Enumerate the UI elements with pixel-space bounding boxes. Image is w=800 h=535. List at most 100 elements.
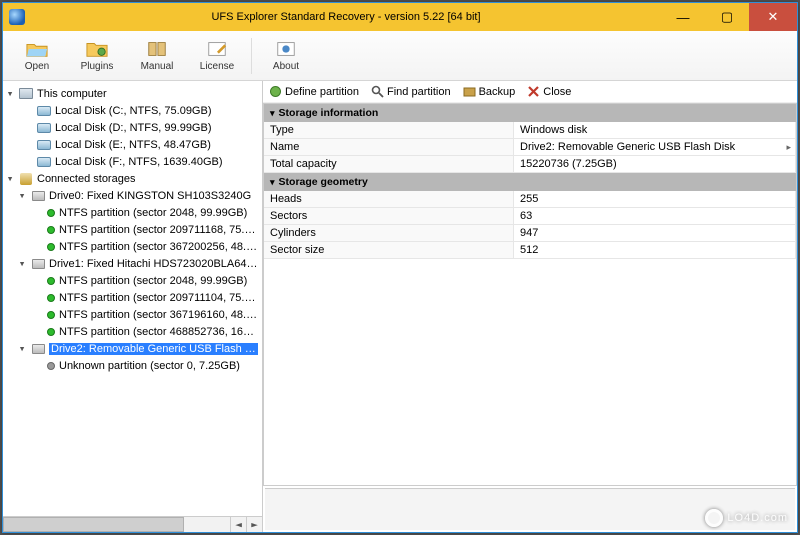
tree-node-partition[interactable]: NTFS partition (sector 2048, 99.99GB): [3, 272, 262, 289]
prop-row[interactable]: Sector size512: [264, 242, 796, 259]
prop-value: 63: [514, 208, 796, 225]
tree-node-connected-storages[interactable]: ▾Connected storages: [3, 170, 262, 187]
manual-button[interactable]: Manual: [131, 39, 183, 72]
prop-row[interactable]: Cylinders947: [264, 225, 796, 242]
prop-row[interactable]: Heads255: [264, 191, 796, 208]
tree-node-partition[interactable]: Unknown partition (sector 0, 7.25GB): [3, 357, 262, 374]
collapse-icon[interactable]: ▾: [5, 87, 15, 100]
backup-button[interactable]: Backup: [463, 85, 516, 98]
section-header-info[interactable]: Storage information: [264, 104, 796, 122]
about-icon: [274, 39, 298, 59]
disk-icon: [30, 343, 46, 355]
prop-key: Sectors: [264, 208, 514, 225]
titlebar[interactable]: UFS Explorer Standard Recovery - version…: [3, 3, 797, 31]
tree-node-local-disk[interactable]: Local Disk (C:, NTFS, 75.09GB): [3, 102, 262, 119]
status-dot-icon: [47, 209, 55, 217]
plugins-label: Plugins: [81, 61, 114, 72]
drive-icon: [36, 156, 52, 168]
scroll-right-button[interactable]: ►: [246, 517, 262, 532]
prop-key: Total capacity: [264, 156, 514, 173]
watermark-ring-icon: [705, 509, 723, 527]
prop-value: 255: [514, 191, 796, 208]
property-grid: Storage information TypeWindows disk Nam…: [263, 103, 797, 486]
status-dot-icon: [47, 311, 55, 319]
scroll-left-button[interactable]: ◄: [230, 517, 246, 532]
close-action-button[interactable]: Close: [527, 85, 571, 98]
disk-icon: [30, 190, 46, 202]
watermark: LO4D.com: [705, 509, 788, 527]
toolbar-separator: [251, 38, 252, 74]
status-dot-icon: [47, 328, 55, 336]
status-dot-icon: [47, 226, 55, 234]
prop-key: Heads: [264, 191, 514, 208]
open-button[interactable]: Open: [11, 39, 63, 72]
app-icon: [9, 9, 25, 25]
main-toolbar: Open Plugins Manual License About: [3, 31, 797, 81]
prop-row[interactable]: TypeWindows disk: [264, 122, 796, 139]
action-bar: Define partition Find partition Backup C…: [263, 81, 797, 103]
scrollbar-thumb[interactable]: [3, 517, 184, 532]
prop-row[interactable]: Total capacity15220736 (7.25GB): [264, 156, 796, 173]
about-label: About: [273, 61, 299, 72]
tree-hscrollbar[interactable]: ◄ ►: [3, 516, 262, 532]
prop-value: 947: [514, 225, 796, 242]
tree-node-partition[interactable]: NTFS partition (sector 209711168, 75.09G…: [3, 221, 262, 238]
prop-value: 512: [514, 242, 796, 259]
prop-row[interactable]: Sectors63: [264, 208, 796, 225]
status-dot-icon: [47, 294, 55, 302]
close-button[interactable]: ✕: [749, 3, 797, 31]
collapse-icon[interactable]: ▾: [17, 189, 27, 202]
storage-tree[interactable]: ▾This computer Local Disk (C:, NTFS, 75.…: [3, 81, 263, 532]
content-area: ▾This computer Local Disk (C:, NTFS, 75.…: [3, 81, 797, 532]
license-button[interactable]: License: [191, 39, 243, 72]
tree-node-partition[interactable]: NTFS partition (sector 367200256, 48.47G…: [3, 238, 262, 255]
about-button[interactable]: About: [260, 39, 312, 72]
plugins-icon: [85, 39, 109, 59]
tree-node-partition[interactable]: NTFS partition (sector 2048, 99.99GB): [3, 204, 262, 221]
tree-node-local-disk[interactable]: Local Disk (E:, NTFS, 48.47GB): [3, 136, 262, 153]
tree-node-partition[interactable]: NTFS partition (sector 209711104, 75.09G…: [3, 289, 262, 306]
detail-pane: Define partition Find partition Backup C…: [263, 81, 797, 532]
prop-key: Type: [264, 122, 514, 139]
define-partition-button[interactable]: Define partition: [269, 85, 359, 98]
maximize-button[interactable]: ▢: [705, 3, 749, 31]
tree-node-drive2[interactable]: ▾Drive2: Removable Generic USB Flash Dis…: [3, 340, 262, 357]
prop-key: Name: [264, 139, 514, 156]
manual-label: Manual: [141, 61, 174, 72]
collapse-icon[interactable]: ▾: [5, 172, 15, 185]
status-dot-icon: [47, 277, 55, 285]
define-icon: [269, 85, 282, 98]
tree-node-this-computer[interactable]: ▾This computer: [3, 85, 262, 102]
prop-key: Sector size: [264, 242, 514, 259]
tree-node-drive0[interactable]: ▾Drive0: Fixed KINGSTON SH103S3240G: [3, 187, 262, 204]
collapse-icon[interactable]: ▾: [17, 342, 27, 355]
storage-icon: [18, 173, 34, 185]
tree-node-local-disk[interactable]: Local Disk (F:, NTFS, 1639.40GB): [3, 153, 262, 170]
license-label: License: [200, 61, 234, 72]
tree-node-local-disk[interactable]: Local Disk (D:, NTFS, 99.99GB): [3, 119, 262, 136]
tree-node-drive1[interactable]: ▾Drive1: Fixed Hitachi HDS723020BLA642 (…: [3, 255, 262, 272]
drive-icon: [36, 122, 52, 134]
close-icon: [527, 85, 540, 98]
drive-icon: [36, 139, 52, 151]
prop-key: Cylinders: [264, 225, 514, 242]
prop-row[interactable]: NameDrive2: Removable Generic USB Flash …: [264, 139, 796, 156]
prop-value: Drive2: Removable Generic USB Flash Disk…: [514, 139, 796, 156]
book-icon: [145, 39, 169, 59]
section-header-geometry[interactable]: Storage geometry: [264, 173, 796, 191]
tree-node-partition[interactable]: NTFS partition (sector 468852736, 1639.4…: [3, 323, 262, 340]
tree-node-partition[interactable]: NTFS partition (sector 367196160, 48.47G…: [3, 306, 262, 323]
find-partition-button[interactable]: Find partition: [371, 85, 451, 98]
folder-open-icon: [25, 39, 49, 59]
open-label: Open: [25, 61, 49, 72]
drive-icon: [36, 105, 52, 117]
status-dot-icon: [47, 362, 55, 370]
search-icon: [371, 85, 384, 98]
minimize-button[interactable]: —: [661, 3, 705, 31]
plugins-button[interactable]: Plugins: [71, 39, 123, 72]
collapse-icon[interactable]: ▾: [17, 257, 27, 270]
license-icon: [205, 39, 229, 59]
prop-value: Windows disk: [514, 122, 796, 139]
chevron-right-icon[interactable]: ▸: [786, 142, 791, 153]
prop-value: 15220736 (7.25GB): [514, 156, 796, 173]
